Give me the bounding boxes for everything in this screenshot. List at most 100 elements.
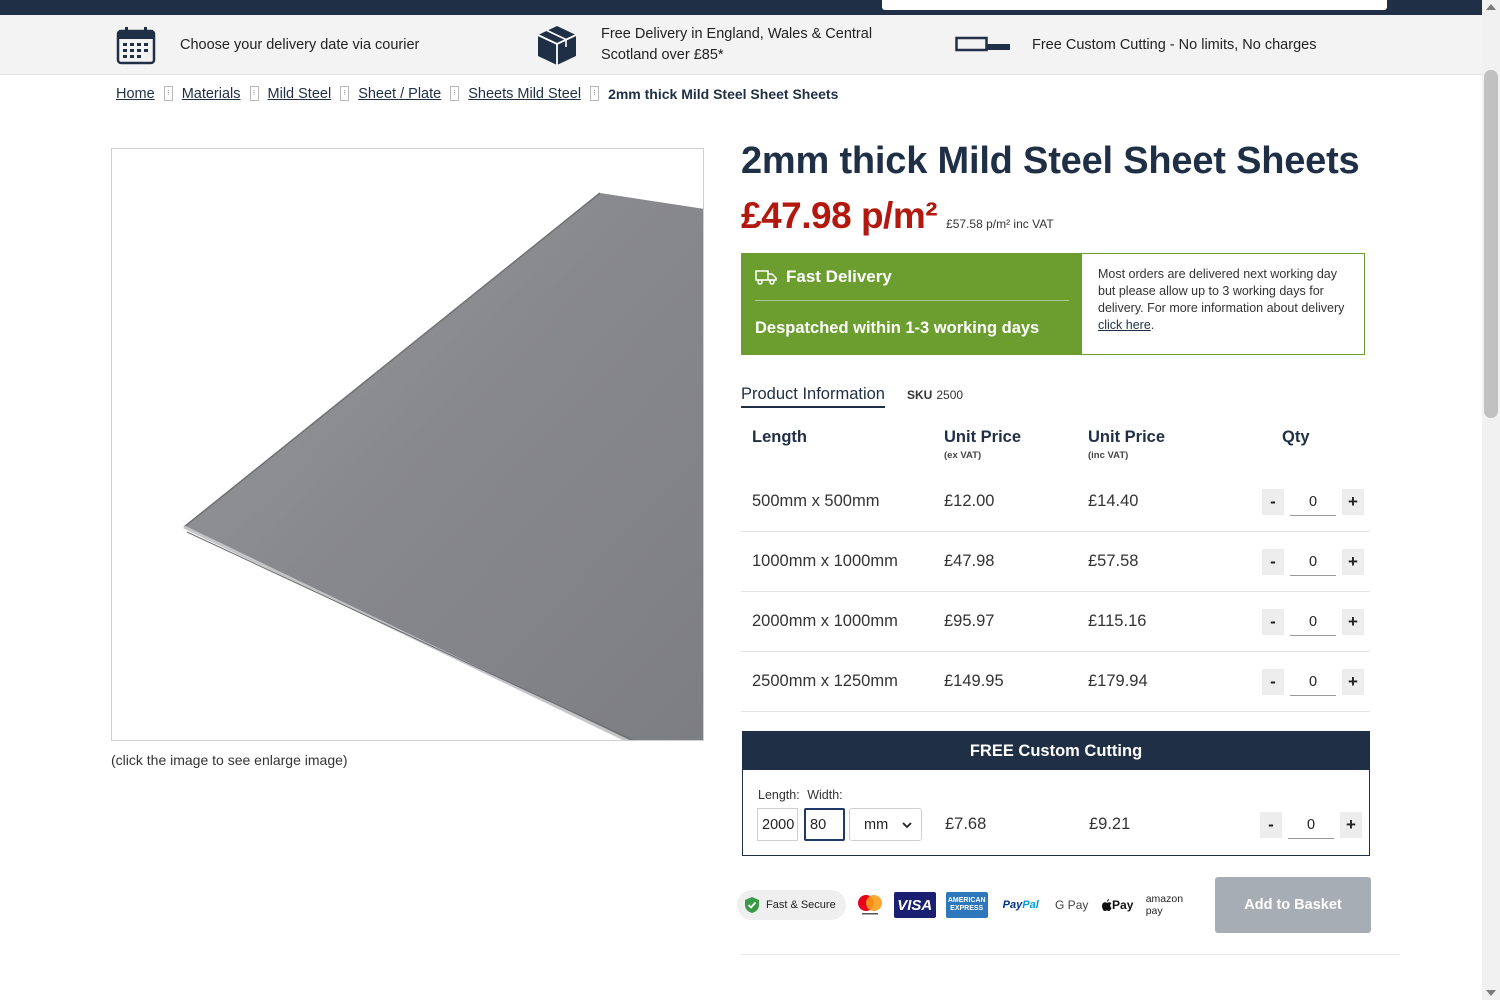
row-price-inc: £115.16: [1088, 612, 1147, 630]
scroll-down-arrow-icon[interactable]: [1486, 990, 1496, 996]
row-price-inc: £14.40: [1088, 492, 1139, 510]
qty-input[interactable]: [1290, 668, 1336, 696]
visa-icon: VISA: [893, 892, 936, 918]
scrollbar-thumb[interactable]: [1484, 70, 1498, 418]
cutting-width-input[interactable]: [804, 808, 845, 841]
quantity-stepper: - +: [1262, 548, 1364, 576]
breadcrumb-sheets-mild-steel[interactable]: Sheets Mild Steel: [468, 86, 581, 102]
cutting-price-inc: £9.21: [1089, 815, 1131, 833]
header-unit-price-ex-label: Unit Price: [944, 428, 1022, 446]
delivery-divider: [755, 300, 1069, 301]
steel-bar-icon: [955, 35, 1011, 55]
row-price-ex: £47.98: [944, 552, 995, 570]
delivery-info-text: Most orders are delivered next working d…: [1098, 267, 1345, 315]
usp-free-delivery: Free Delivery in England, Wales & Centra…: [535, 15, 901, 75]
usp-custom-cutting: Free Custom Cutting - No limits, No char…: [955, 15, 1316, 75]
shield-check-icon: [744, 896, 760, 914]
cutting-length-label: Length:: [758, 788, 800, 802]
usp-delivery-date-text: Choose your delivery date via courier: [180, 37, 420, 53]
row-length: 2500mm x 1250mm: [752, 672, 898, 690]
quantity-stepper: - +: [1262, 668, 1364, 696]
header-unit-price-inc-label: Unit Price: [1088, 428, 1166, 446]
delivery-box: Fast Delivery Despatched within 1-3 work…: [741, 253, 1365, 355]
cutting-unit-value: mm: [864, 816, 889, 833]
paypal-pal: Pal: [1022, 899, 1039, 911]
qty-minus-button[interactable]: -: [1262, 489, 1284, 515]
breadcrumb-sheet-plate[interactable]: Sheet / Plate: [358, 86, 441, 102]
cutting-unit-select[interactable]: mm: [849, 808, 922, 841]
row-price-ex: £149.95: [944, 672, 1004, 690]
top-header-strip: [0, 0, 1500, 15]
paypal-icon: Pay Pal: [998, 899, 1044, 911]
paypal-pay: Pay: [1002, 899, 1023, 911]
qty-input[interactable]: [1290, 548, 1336, 576]
qty-plus-button[interactable]: +: [1342, 549, 1364, 575]
calendar-icon: [116, 25, 156, 65]
qty-minus-button[interactable]: -: [1262, 609, 1284, 635]
sku-label: SKU: [907, 388, 933, 402]
payment-methods: Fast & Secure VISA AMERICAN EXPRESS Pay P…: [737, 889, 1202, 921]
row-price-ex: £95.97: [944, 612, 995, 630]
product-image[interactable]: [111, 148, 704, 741]
product-title: 2mm thick Mild Steel Sheet Sheets: [741, 140, 1360, 182]
row-price-inc: £57.58: [1088, 552, 1139, 570]
cutting-price-ex: £7.68: [945, 815, 987, 833]
qty-minus-button[interactable]: -: [1262, 549, 1284, 575]
info-tabs: Product Information SKU 2500: [741, 385, 963, 408]
qty-plus-button[interactable]: +: [1342, 489, 1364, 515]
table-row: 500mm x 500mm £12.00 £14.40 - +: [741, 472, 1370, 532]
row-length: 1000mm x 1000mm: [752, 552, 898, 570]
row-length: 500mm x 500mm: [752, 492, 880, 510]
row-price-ex: £12.00: [944, 492, 995, 510]
box-icon: [535, 23, 579, 67]
qty-plus-button[interactable]: +: [1342, 669, 1364, 695]
delivery-highlight: Fast Delivery Despatched within 1-3 work…: [742, 254, 1082, 354]
chevron-down-icon: [902, 817, 912, 833]
tab-product-information[interactable]: Product Information: [741, 385, 885, 408]
truck-icon: [755, 269, 777, 285]
apple-pay-icon: Pay: [1100, 898, 1136, 912]
price-row: £47.98 p/m² £57.58 p/m² inc VAT: [741, 195, 1054, 237]
qty-input[interactable]: [1288, 811, 1334, 839]
secure-badge-text: Fast & Secure: [766, 899, 836, 911]
image-caption: (click the image to see enlarge image): [111, 752, 348, 768]
table-row: 2000mm x 1000mm £95.97 £115.16 - +: [741, 592, 1370, 652]
breadcrumb-materials[interactable]: Materials: [182, 86, 241, 102]
usp-custom-cutting-text: Free Custom Cutting - No limits, No char…: [1032, 37, 1317, 53]
qty-minus-button[interactable]: -: [1262, 669, 1284, 695]
add-to-basket-button[interactable]: Add to Basket: [1215, 877, 1371, 933]
qty-plus-button[interactable]: +: [1342, 609, 1364, 635]
qty-input[interactable]: [1290, 608, 1336, 636]
table-row: 2500mm x 1250mm £149.95 £179.94 - +: [741, 652, 1370, 712]
header-ex-vat: (ex VAT): [944, 450, 982, 461]
breadcrumb-home[interactable]: Home: [116, 86, 155, 102]
usp-free-delivery-text: Free Delivery in England, Wales & Centra…: [601, 26, 873, 63]
scroll-up-arrow-icon[interactable]: [1486, 4, 1496, 10]
qty-plus-button[interactable]: +: [1340, 812, 1362, 838]
table-row: 1000mm x 1000mm £47.98 £57.58 - +: [741, 532, 1370, 592]
page-scrollbar[interactable]: [1482, 0, 1500, 1000]
amex-icon: AMERICAN EXPRESS: [945, 892, 988, 918]
delivery-heading: Fast Delivery: [786, 267, 892, 286]
qty-input[interactable]: [1290, 488, 1336, 516]
google-pay-icon: G Pay: [1055, 898, 1089, 912]
quantity-stepper: - +: [1262, 488, 1364, 516]
breadcrumb-mild-steel[interactable]: Mild Steel: [268, 86, 332, 102]
row-price-inc: £179.94: [1088, 672, 1148, 690]
price-per-m2: £47.98 p/m²: [741, 195, 938, 236]
row-length: 2000mm x 1000mm: [752, 612, 898, 630]
qty-minus-button[interactable]: -: [1260, 812, 1282, 838]
delivery-info-link[interactable]: click here: [1098, 318, 1151, 332]
search-box[interactable]: [882, 0, 1387, 10]
price-table: Length Unit Price (ex VAT) Unit Price (i…: [741, 422, 1370, 712]
despatch-text: Despatched within 1-3 working days: [755, 319, 1040, 337]
delivery-info-end: .: [1150, 318, 1155, 332]
delivery-info: Most orders are delivered next working d…: [1082, 254, 1364, 354]
breadcrumb-separator-icon: ⁝: [340, 85, 350, 101]
cutting-length-input[interactable]: [757, 808, 798, 841]
header-qty: Qty: [1282, 428, 1310, 446]
mastercard-icon: [856, 894, 884, 916]
apple-pay-text: Pay: [1112, 898, 1134, 912]
divider: [741, 954, 1400, 955]
usp-bar: Choose your delivery date via courier Fr…: [0, 15, 1482, 75]
